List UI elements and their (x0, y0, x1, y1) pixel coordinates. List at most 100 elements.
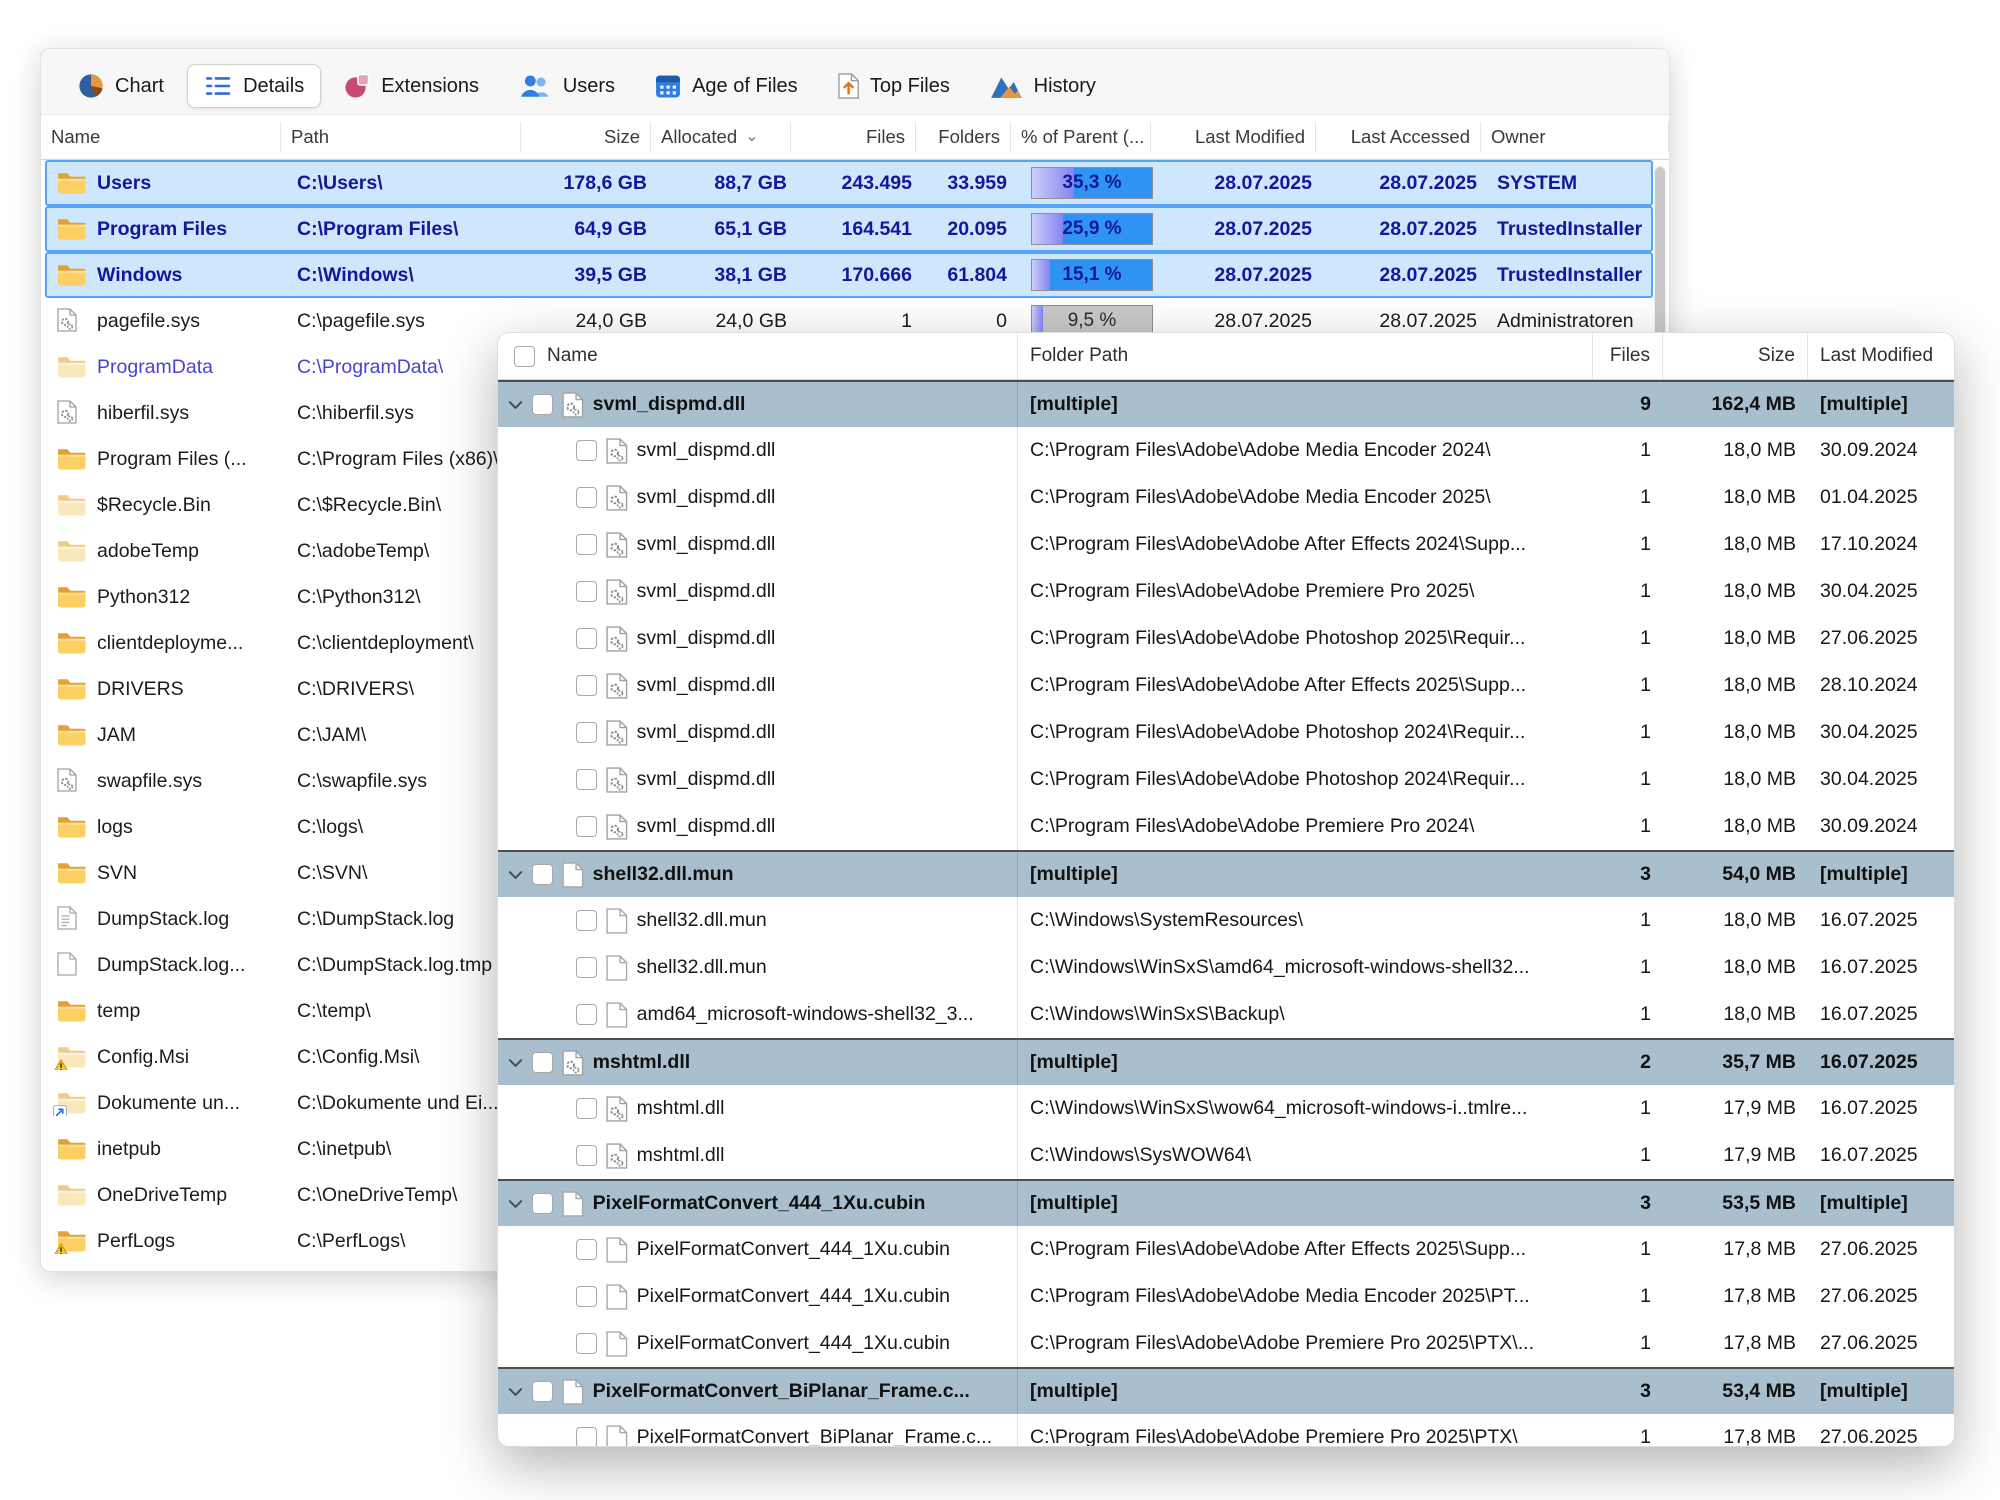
duplicate-file-row[interactable]: svml_dispmd.dllC:\Program Files\Adobe\Ad… (498, 803, 1954, 850)
duplicate-group-row[interactable]: svml_dispmd.dll[multiple]9162,4 MB[multi… (498, 380, 1954, 427)
column-header-owner[interactable]: Owner (1481, 122, 1669, 152)
chevron-down-icon[interactable] (508, 1199, 523, 1209)
last-accessed-cell: 28.07.2025 (1322, 172, 1487, 195)
duplicate-file-row[interactable]: PixelFormatConvert_444_1Xu.cubinC:\Progr… (498, 1226, 1954, 1273)
dup-column-header-name[interactable]: Name (498, 333, 1018, 379)
duplicate-group-row[interactable]: PixelFormatConvert_444_1Xu.cubin[multipl… (498, 1179, 1954, 1226)
file-checkbox[interactable] (576, 957, 597, 978)
select-all-checkbox[interactable] (514, 346, 535, 367)
dup-column-header-size[interactable]: Size (1663, 333, 1808, 379)
duplicate-file-row[interactable]: svml_dispmd.dllC:\Program Files\Adobe\Ad… (498, 756, 1954, 803)
file-checkbox[interactable] (576, 1427, 597, 1447)
name-cell: $Recycle.Bin (47, 492, 287, 518)
file-checkbox[interactable] (576, 440, 597, 461)
file-checkbox[interactable] (576, 675, 597, 696)
column-header-name[interactable]: Name (41, 122, 281, 152)
duplicate-file-row[interactable]: svml_dispmd.dllC:\Program Files\Adobe\Ad… (498, 662, 1954, 709)
file-checkbox[interactable] (576, 769, 597, 790)
column-header-allocated[interactable]: Allocated⌄ (651, 122, 791, 152)
group-checkbox[interactable] (532, 1052, 553, 1073)
dup-column-header-folder-path[interactable]: Folder Path (1018, 333, 1593, 379)
column-header-of-parent[interactable]: % of Parent (... (1011, 122, 1151, 152)
file-files: 1 (1593, 1332, 1663, 1355)
table-row[interactable]: UsersC:\Users\178,6 GB88,7 GB243.49533.9… (45, 160, 1653, 206)
folder-pale-icon (57, 492, 86, 516)
owner-cell-text: Administratoren (1497, 310, 1634, 332)
file-files-text: 1 (1640, 1285, 1651, 1307)
duplicate-file-row[interactable]: svml_dispmd.dllC:\Program Files\Adobe\Ad… (498, 474, 1954, 521)
file-checkbox[interactable] (576, 628, 597, 649)
chevron-down-icon[interactable] (508, 870, 523, 880)
group-files: 3 (1593, 863, 1663, 886)
column-header-last-modified[interactable]: Last Modified (1151, 122, 1316, 152)
percent-label: 9,5 % (1068, 310, 1117, 332)
chevron-down-icon[interactable] (508, 1058, 523, 1068)
path-cell: C:\Config.Msi\ (287, 1046, 527, 1069)
duplicate-file-row[interactable]: PixelFormatConvert_BiPlanar_Frame.c...C:… (498, 1414, 1954, 1447)
name-cell: Users (47, 170, 287, 196)
group-checkbox[interactable] (532, 1193, 553, 1214)
file-checkbox[interactable] (576, 722, 597, 743)
table-row[interactable]: WindowsC:\Windows\39,5 GB38,1 GB170.6666… (45, 252, 1653, 298)
duplicate-file-row[interactable]: svml_dispmd.dllC:\Program Files\Adobe\Ad… (498, 521, 1954, 568)
duplicate-group-row[interactable]: PixelFormatConvert_BiPlanar_Frame.c...[m… (498, 1367, 1954, 1414)
file-checkbox[interactable] (576, 534, 597, 555)
chevron-down-icon[interactable] (508, 1387, 523, 1397)
path-cell: C:\JAM\ (287, 724, 527, 747)
dup-column-header-files[interactable]: Files (1593, 333, 1663, 379)
duplicate-file-row[interactable]: svml_dispmd.dllC:\Program Files\Adobe\Ad… (498, 427, 1954, 474)
row-name: $Recycle.Bin (97, 494, 211, 517)
file-last-modified-text: 16.07.2025 (1820, 1097, 1918, 1119)
file-checkbox[interactable] (576, 1145, 597, 1166)
dup-column-header-last-modified[interactable]: Last Modified (1808, 333, 1954, 379)
tab-chart[interactable]: Chart (61, 64, 181, 108)
tab-extensions[interactable]: Extensions (327, 64, 496, 108)
duplicate-file-row[interactable]: PixelFormatConvert_444_1Xu.cubinC:\Progr… (498, 1273, 1954, 1320)
file-checkbox[interactable] (576, 1286, 597, 1307)
duplicate-file-row[interactable]: svml_dispmd.dllC:\Program Files\Adobe\Ad… (498, 615, 1954, 662)
path-cell-text: C:\pagefile.sys (297, 310, 425, 332)
group-folder-path-text: [multiple] (1030, 863, 1118, 885)
file-checkbox[interactable] (576, 816, 597, 837)
tab-top-files[interactable]: Top Files (821, 64, 967, 108)
column-header-files[interactable]: Files (791, 122, 916, 152)
file-icon (606, 1284, 628, 1310)
duplicate-file-row[interactable]: mshtml.dllC:\Windows\SysWOW64\117,9 MB16… (498, 1132, 1954, 1179)
tab-details[interactable]: Details (187, 64, 321, 108)
duplicate-file-row[interactable]: shell32.dll.munC:\Windows\WinSxS\amd64_m… (498, 944, 1954, 991)
group-checkbox[interactable] (532, 394, 553, 415)
file-last-modified-text: 27.06.2025 (1820, 1285, 1918, 1307)
group-checkbox[interactable] (532, 864, 553, 885)
path-cell: C:\temp\ (287, 1000, 527, 1023)
file-checkbox[interactable] (576, 1333, 597, 1354)
tab-users[interactable]: Users (502, 64, 632, 108)
file-checkbox[interactable] (576, 910, 597, 931)
column-header-folders[interactable]: Folders (916, 122, 1011, 152)
file-checkbox[interactable] (576, 487, 597, 508)
column-header-last-accessed[interactable]: Last Accessed (1316, 122, 1481, 152)
tab-history[interactable]: History (973, 64, 1113, 108)
file-checkbox[interactable] (576, 581, 597, 602)
file-checkbox[interactable] (576, 1004, 597, 1025)
duplicate-group-row[interactable]: mshtml.dll[multiple]235,7 MB16.07.2025 (498, 1038, 1954, 1085)
column-header-path[interactable]: Path (281, 122, 521, 152)
duplicate-group-row[interactable]: shell32.dll.mun[multiple]354,0 MB[multip… (498, 850, 1954, 897)
file-checkbox[interactable] (576, 1098, 597, 1119)
tab-age-of-files[interactable]: Age of Files (638, 64, 815, 108)
path-cell-text: C:\temp\ (297, 1000, 371, 1022)
last-modified-cell: 28.07.2025 (1157, 264, 1322, 287)
chevron-down-icon[interactable] (508, 400, 523, 410)
duplicate-file-row[interactable]: amd64_microsoft-windows-shell32_3...C:\W… (498, 991, 1954, 1038)
folders-cell: 0 (922, 310, 1017, 333)
table-row[interactable]: Program FilesC:\Program Files\64,9 GB65,… (45, 206, 1653, 252)
column-header-size[interactable]: Size (521, 122, 651, 152)
path-cell: C:\$Recycle.Bin\ (287, 494, 527, 517)
duplicate-file-row[interactable]: shell32.dll.munC:\Windows\SystemResource… (498, 897, 1954, 944)
file-checkbox[interactable] (576, 1239, 597, 1260)
duplicate-file-row[interactable]: svml_dispmd.dllC:\Program Files\Adobe\Ad… (498, 709, 1954, 756)
duplicate-file-row[interactable]: PixelFormatConvert_444_1Xu.cubinC:\Progr… (498, 1320, 1954, 1367)
row-icon-slot (57, 584, 87, 610)
duplicate-file-row[interactable]: mshtml.dllC:\Windows\WinSxS\wow64_micros… (498, 1085, 1954, 1132)
group-checkbox[interactable] (532, 1381, 553, 1402)
duplicate-file-row[interactable]: svml_dispmd.dllC:\Program Files\Adobe\Ad… (498, 568, 1954, 615)
